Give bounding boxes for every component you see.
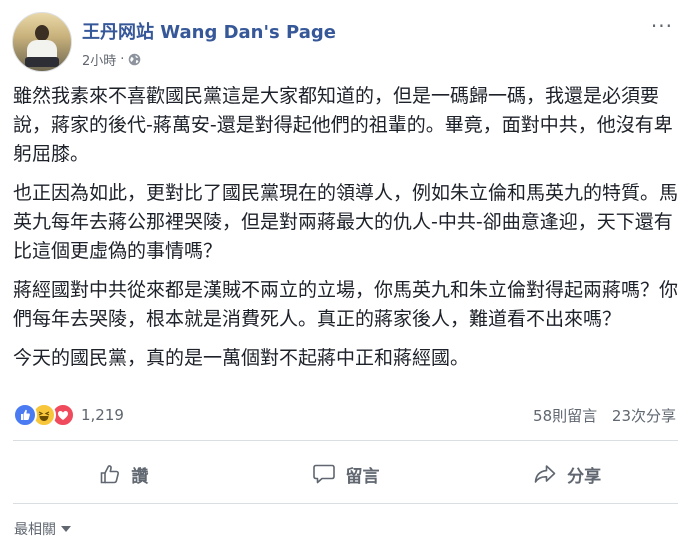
- avatar-figure-head: [35, 25, 49, 41]
- share-label: 分享: [567, 466, 602, 487]
- like-button[interactable]: 讚: [13, 447, 235, 501]
- action-bar: 讚 留言 分享: [13, 447, 678, 501]
- speech-bubble-icon: [312, 464, 335, 484]
- divider: [13, 503, 678, 504]
- meta-separator: ·: [120, 52, 125, 67]
- post-paragraph: 蔣經國對中共從來都是漢賊不兩立的立場，你馬英九和朱立倫對得起兩蔣嗎？你們每年去哭…: [13, 279, 679, 330]
- caret-down-icon: [61, 526, 71, 532]
- comment-sort-dropdown[interactable]: 最相關: [14, 519, 71, 539]
- comment-sort-label: 最相關: [14, 522, 56, 538]
- share-arrow-icon: [534, 465, 556, 483]
- globe-icon[interactable]: [128, 53, 141, 66]
- post-header: 王丹网站 Wang Dan's Page 2小時 · ···: [12, 12, 679, 72]
- share-count[interactable]: 23次分享: [612, 407, 676, 425]
- post-timestamp[interactable]: 2小時: [82, 50, 116, 69]
- avatar-figure-legs: [25, 57, 59, 67]
- thumbs-up-icon: [101, 465, 120, 484]
- post-paragraph: 今天的國民黨，真的是一萬個對不起蔣中正和蔣經國。: [13, 347, 470, 369]
- like-icon: [13, 403, 37, 427]
- comment-count[interactable]: 58則留言: [533, 407, 597, 425]
- post-paragraph: 雖然我素來不喜歡國民黨這是大家都知道的，但是一碼歸一碼，我還是必須要說，蔣家的後…: [13, 85, 673, 165]
- post-paragraph: 也正因為如此，更對比了國民黨現在的領導人，例如朱立倫和馬英九的特質。馬英九每年去…: [13, 182, 679, 262]
- divider: [13, 440, 678, 441]
- post-text: 雖然我素來不喜歡國民黨這是大家都知道的，但是一碼歸一碼，我還是必須要說，蔣家的後…: [13, 82, 683, 383]
- reaction-count[interactable]: 1,219: [81, 406, 124, 424]
- avatar[interactable]: [12, 12, 72, 72]
- comment-label: 留言: [345, 466, 380, 487]
- like-label: 讚: [131, 466, 149, 487]
- post-meta: 2小時 ·: [82, 50, 141, 69]
- share-button[interactable]: 分享: [456, 447, 678, 501]
- engagement-counts: 58則留言 23次分享: [523, 405, 676, 426]
- page-name[interactable]: 王丹网站 Wang Dan's Page: [82, 18, 336, 44]
- comment-button[interactable]: 留言: [235, 447, 457, 501]
- reactions-summary[interactable]: 1,219: [13, 402, 124, 428]
- ellipsis-icon[interactable]: ···: [651, 14, 673, 38]
